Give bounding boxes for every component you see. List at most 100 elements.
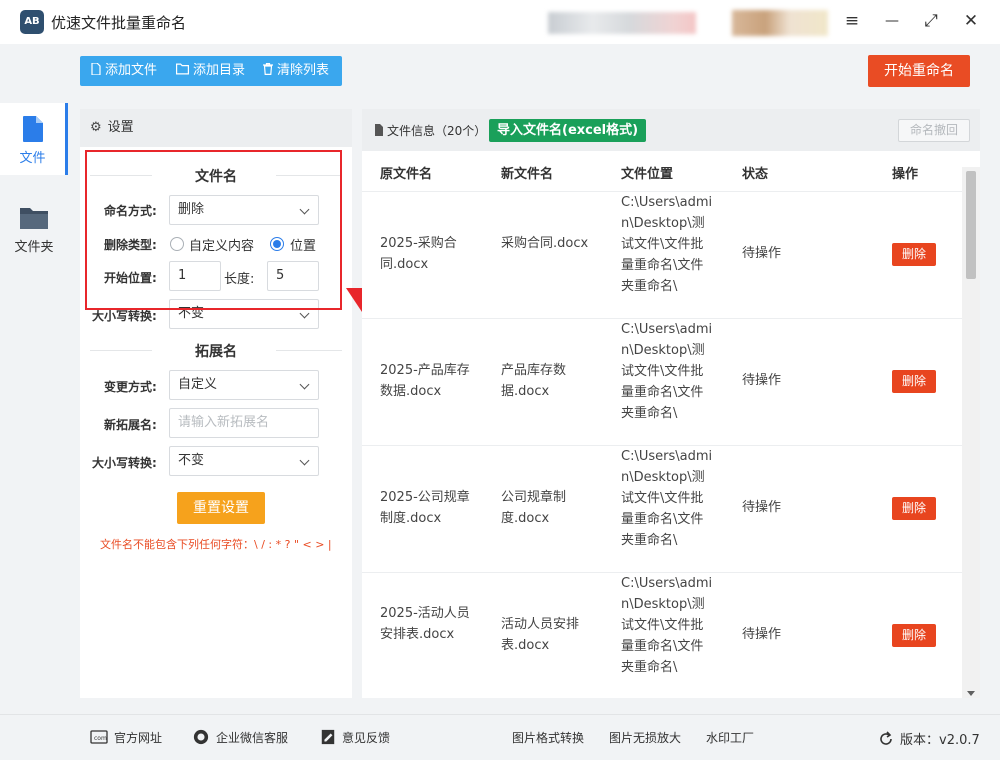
file-list-header: 文件信息（20个） 导入文件名(excel格式) 命名撤回 — [362, 109, 980, 151]
svg-text:com: com — [94, 735, 107, 742]
delete-row-button[interactable]: 删除 — [892, 370, 936, 393]
image-format-convert-link[interactable]: 图片格式转换 — [512, 729, 584, 746]
status-cell: 待操作 — [742, 373, 782, 388]
version-label: 版本：v2.0.7 — [900, 733, 980, 748]
highlight-box — [85, 150, 342, 310]
add-directory-label: 添加目录 — [193, 63, 246, 78]
file-add-icon — [91, 63, 101, 75]
watermark-factory-link[interactable]: 水印工厂 — [706, 729, 754, 746]
ext-mode-value: 自定义 — [178, 377, 218, 392]
location-cell: C:\Users\admin\Desktop\测试文件\文件批量重命名\文件夹重… — [621, 449, 713, 548]
vertical-scrollbar[interactable] — [962, 167, 980, 698]
original-name-cell: 2025-公司规章制度.docx — [380, 490, 470, 526]
delete-row-button[interactable]: 删除 — [892, 497, 936, 520]
official-website-label: 官方网址 — [114, 731, 163, 745]
chevron-down-icon — [299, 308, 310, 319]
file-list-panel: 文件信息（20个） 导入文件名(excel格式) 命名撤回 原文件名 新文件名 … — [362, 109, 980, 698]
official-website-link[interactable]: com 官方网址 — [90, 729, 162, 746]
image-enlarge-link[interactable]: 图片无损放大 — [609, 729, 681, 746]
title-bar: AB 优速文件批量重命名 ≡ — ⤢ ✕ — [0, 0, 1000, 44]
file-count-label: 文件信息（20个） — [387, 124, 487, 138]
file-icon — [22, 116, 43, 142]
ext-mode-label: 变更方式: — [104, 380, 157, 394]
blurred-account-info — [548, 12, 696, 34]
footer: com 官方网址 企业微信客服 意见反馈 图片格式转换 图片无损放大 水印工厂 版… — [0, 714, 1000, 760]
table-row[interactable]: 2025-产品库存数据.docx 产品库存数据.docx C:\Users\ad… — [362, 318, 962, 445]
refresh-icon — [880, 731, 892, 745]
toolbar: 添加文件 添加目录 清除列表 — [80, 56, 342, 86]
website-icon: com — [90, 730, 108, 744]
gear-icon: ⚙ — [90, 120, 102, 135]
location-cell: C:\Users\admin\Desktop\测试文件\文件批量重命名\文件夹重… — [621, 322, 713, 421]
table-row[interactable]: 2025-公司规章制度.docx 公司规章制度.docx C:\Users\ad… — [362, 445, 962, 572]
column-location: 文件位置 — [621, 167, 674, 182]
invalid-chars-warning: 文件名不能包含下列任何字符：\ / : * ? " < > | — [100, 538, 332, 551]
add-file-button[interactable]: 添加文件 — [91, 56, 157, 86]
new-extension-label: 新拓展名: — [104, 418, 157, 432]
settings-title: 设置 — [107, 120, 134, 135]
status-cell: 待操作 — [742, 627, 782, 642]
ext-case-value: 不变 — [178, 453, 205, 468]
status-cell: 待操作 — [742, 500, 782, 515]
new-name-cell: 公司规章制度.docx — [501, 490, 567, 526]
folder-add-icon — [176, 63, 189, 75]
column-new-name: 新文件名 — [501, 167, 554, 182]
table-row[interactable]: 2025-活动人员安排表.docx 活动人员安排表.docx C:\Users\… — [362, 572, 962, 698]
ext-mode-select[interactable]: 自定义 — [169, 370, 319, 400]
new-name-cell: 活动人员安排表.docx — [501, 617, 580, 653]
add-directory-button[interactable]: 添加目录 — [176, 56, 245, 86]
location-cell: C:\Users\admin\Desktop\测试文件\文件批量重命名\文件夹重… — [621, 195, 713, 294]
original-name-cell: 2025-采购合同.docx — [380, 236, 457, 272]
location-cell: C:\Users\admin\Desktop\测试文件\文件批量重命名\文件夹重… — [621, 576, 713, 675]
chevron-down-icon — [299, 379, 310, 390]
chevron-down-icon — [299, 455, 310, 466]
file-icon — [375, 124, 383, 136]
scrollbar-thumb[interactable] — [966, 171, 976, 279]
minimize-icon[interactable]: — — [881, 10, 903, 32]
status-cell: 待操作 — [742, 246, 782, 261]
undo-rename-button[interactable]: 命名撤回 — [898, 119, 970, 142]
column-action: 操作 — [892, 167, 919, 182]
nav-item-file[interactable]: 文件 — [0, 103, 68, 175]
folder-icon — [20, 208, 48, 229]
scroll-down-arrow-icon[interactable] — [967, 691, 975, 696]
ext-case-select[interactable]: 不变 — [169, 446, 319, 476]
trash-icon — [263, 63, 273, 75]
new-name-cell: 采购合同.docx — [501, 236, 589, 251]
extension-section-title: 拓展名 — [195, 344, 237, 360]
original-name-cell: 2025-活动人员安排表.docx — [380, 606, 470, 642]
column-status: 状态 — [742, 167, 769, 182]
wechat-service-icon — [193, 729, 209, 745]
table-row[interactable]: 2025-采购合同.docx 采购合同.docx C:\Users\admin\… — [362, 191, 962, 318]
nav-label-file: 文件 — [19, 151, 46, 166]
nav-label-folder: 文件夹 — [14, 240, 54, 255]
delete-row-button[interactable]: 删除 — [892, 243, 936, 266]
maximize-icon[interactable]: ⤢ — [920, 10, 942, 32]
wechat-service-link[interactable]: 企业微信客服 — [192, 729, 288, 746]
wechat-service-label: 企业微信客服 — [216, 731, 289, 745]
reset-settings-button[interactable]: 重置设置 — [177, 492, 265, 524]
clear-list-button[interactable]: 清除列表 — [263, 56, 329, 86]
column-original-name: 原文件名 — [380, 167, 433, 182]
delete-row-button[interactable]: 删除 — [892, 624, 936, 647]
nav-item-folder[interactable]: 文件夹 — [0, 192, 68, 264]
import-excel-button[interactable]: 导入文件名(excel格式) — [489, 119, 647, 142]
app-logo-icon: AB — [20, 10, 44, 34]
clear-list-label: 清除列表 — [277, 63, 330, 78]
settings-header: ⚙ 设置 — [80, 109, 352, 147]
add-file-label: 添加文件 — [105, 63, 158, 78]
left-nav: 文件 文件夹 — [0, 44, 68, 714]
version-info: 版本：v2.0.7 — [878, 729, 980, 748]
close-icon[interactable]: ✕ — [960, 10, 982, 32]
feedback-icon — [321, 729, 335, 745]
menu-icon[interactable]: ≡ — [841, 10, 863, 32]
original-name-cell: 2025-产品库存数据.docx — [380, 363, 470, 399]
feedback-link[interactable]: 意见反馈 — [320, 729, 390, 746]
start-rename-button[interactable]: 开始重命名 — [868, 55, 970, 87]
file-table: 2025-采购合同.docx 采购合同.docx C:\Users\admin\… — [362, 191, 962, 698]
new-extension-input[interactable]: 请输入新拓展名 — [169, 408, 319, 438]
blurred-avatar — [732, 10, 828, 36]
app-title: 优速文件批量重命名 — [51, 14, 187, 32]
ext-case-label: 大小写转换: — [92, 456, 157, 470]
file-info-title: 文件信息（20个） — [374, 122, 486, 139]
